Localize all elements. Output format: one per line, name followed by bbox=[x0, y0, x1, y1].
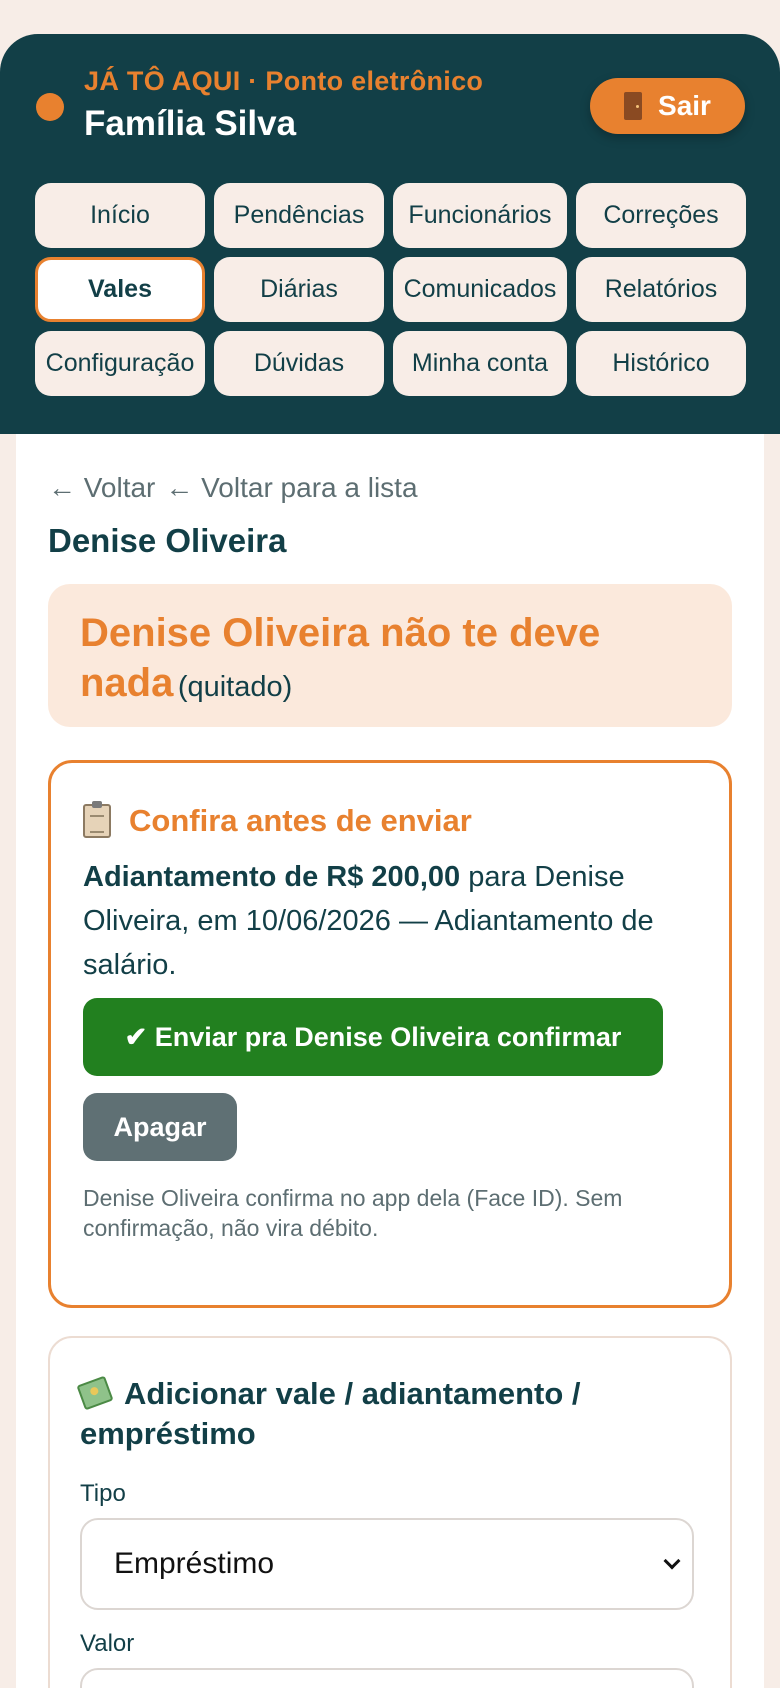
nav-item-funcionarios[interactable]: Funcionários bbox=[393, 183, 567, 248]
nav-item-minha-conta[interactable]: Minha conta bbox=[393, 331, 567, 396]
main-nav: Início Pendências Funcionários Correções… bbox=[35, 183, 746, 396]
type-select-value: Empréstimo bbox=[114, 1547, 275, 1580]
nav-item-vales[interactable]: Vales bbox=[35, 257, 205, 322]
debt-status-message: Denise Oliveira não te deve nada bbox=[80, 611, 601, 705]
back-link[interactable]: ← Voltar bbox=[48, 472, 155, 504]
type-select[interactable]: Empréstimo bbox=[80, 1518, 694, 1610]
money-icon bbox=[76, 1375, 114, 1411]
status-dot-icon bbox=[36, 93, 64, 121]
value-label: Valor bbox=[80, 1630, 135, 1657]
breadcrumb: ← Voltar ← Voltar para a lista bbox=[48, 472, 418, 504]
nav-item-historico[interactable]: Histórico bbox=[576, 331, 746, 396]
chevron-down-icon bbox=[663, 1552, 681, 1570]
debt-status-note: (quitado) bbox=[177, 671, 293, 703]
confirm-help-text: Denise Oliveira confirma no app dela (Fa… bbox=[83, 1185, 623, 1241]
nav-item-comunicados[interactable]: Comunicados bbox=[393, 257, 567, 322]
nav-item-inicio[interactable]: Início bbox=[35, 183, 205, 248]
value-input[interactable] bbox=[80, 1668, 694, 1688]
confirm-heading: Confira antes de enviar bbox=[83, 801, 472, 839]
brand-subtitle: JÁ TÔ AQUI · Ponto eletrônico bbox=[84, 66, 484, 96]
add-advance-card: Adicionar vale / adiantamento / emprésti… bbox=[48, 1336, 732, 1688]
confirm-card: Confira antes de enviar Adiantamento de … bbox=[48, 760, 732, 1308]
add-advance-title: Adicionar vale / adiantamento / emprésti… bbox=[80, 1376, 581, 1451]
send-confirmation-button[interactable]: ✔ Enviar pra Denise Oliveira confirmar bbox=[83, 998, 663, 1076]
type-label: Tipo bbox=[80, 1480, 126, 1507]
confirm-title: Confira antes de enviar bbox=[129, 803, 472, 838]
door-icon bbox=[624, 92, 643, 120]
nav-item-duvidas[interactable]: Dúvidas bbox=[214, 331, 384, 396]
page-title: Denise Oliveira bbox=[48, 522, 287, 559]
logout-label: Sair bbox=[658, 90, 711, 121]
nav-item-diarias[interactable]: Diárias bbox=[214, 257, 384, 322]
family-title: Família Silva bbox=[84, 104, 297, 143]
nav-item-pendencias[interactable]: Pendências bbox=[214, 183, 384, 248]
confirm-summary-amount: Adiantamento de R$ 200,00 bbox=[83, 861, 461, 893]
debt-status-box: Denise Oliveira não te deve nada (quitad… bbox=[48, 584, 732, 727]
confirm-summary: Adiantamento de R$ 200,00 para Denise Ol… bbox=[83, 855, 683, 987]
main-content: ← Voltar ← Voltar para a lista Denise Ol… bbox=[16, 434, 764, 1688]
clipboard-icon bbox=[83, 801, 111, 838]
delete-button[interactable]: Apagar bbox=[83, 1093, 237, 1161]
back-to-list-link[interactable]: ← Voltar para a lista bbox=[165, 472, 417, 504]
add-advance-heading: Adicionar vale / adiantamento / emprésti… bbox=[76, 1374, 700, 1454]
nav-item-configuracao[interactable]: Configuração bbox=[35, 331, 205, 396]
nav-item-relatorios[interactable]: Relatórios bbox=[576, 257, 746, 322]
nav-item-correcoes[interactable]: Correções bbox=[576, 183, 746, 248]
logout-button[interactable]: Sair bbox=[590, 78, 745, 134]
